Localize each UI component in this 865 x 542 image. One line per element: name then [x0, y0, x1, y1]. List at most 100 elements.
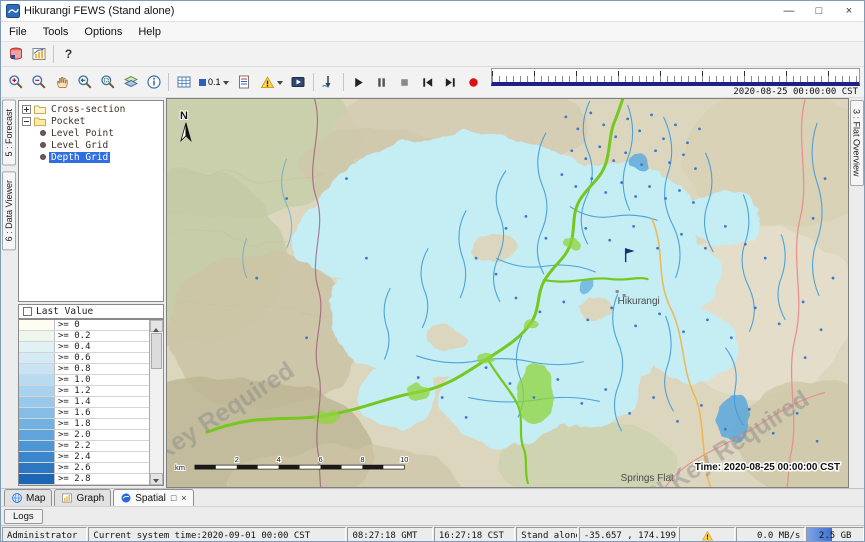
status-memory: 2.5 GB: [806, 527, 864, 542]
layer-node-icon: [40, 130, 46, 136]
legend-row[interactable]: >= 0.6: [19, 353, 149, 364]
tab-spatial[interactable]: Spatial □ ×: [113, 489, 193, 506]
toolbar-separator: [168, 73, 169, 91]
layers-button[interactable]: [119, 72, 142, 93]
panel-restore-button[interactable]: □: [171, 493, 176, 503]
graph-icon: [61, 492, 73, 504]
legend-row[interactable]: >= 2.2: [19, 441, 149, 452]
document-icon: [236, 74, 252, 90]
spatial-sphere-icon: [120, 492, 132, 504]
tab-graph[interactable]: Graph: [54, 489, 111, 506]
dock-tab[interactable]: 3 : Flat Overview: [850, 100, 864, 186]
warning-dropdown[interactable]: [256, 72, 287, 93]
stop-button[interactable]: [393, 72, 416, 93]
expand-icon[interactable]: [22, 105, 31, 114]
panel-close-button[interactable]: ×: [181, 493, 186, 503]
map-canvas[interactable]: Hikurangi Springs Flat API Key Required …: [167, 99, 848, 487]
collapse-icon[interactable]: [22, 117, 31, 126]
menu-item[interactable]: Options: [76, 24, 130, 40]
zoom-extent-button[interactable]: [96, 72, 119, 93]
legend-swatch: [19, 408, 55, 418]
tree-item-level-point[interactable]: Level Point: [19, 127, 163, 139]
main-toolbar: ?: [1, 42, 864, 67]
menu-item[interactable]: Help: [130, 24, 169, 40]
legend-row[interactable]: >= 0.2: [19, 331, 149, 342]
scrollbar-thumb[interactable]: [151, 333, 162, 369]
right-dock-strip: 3 : Flat Overview: [849, 98, 864, 488]
title-bar: Hikurangi FEWS (Stand alone) — □ ×: [1, 1, 864, 22]
toolbar-separator: [313, 73, 314, 91]
zoom-previous-icon: [77, 74, 93, 90]
app-window: Hikurangi FEWS (Stand alone) — □ × FileT…: [0, 0, 865, 542]
legend-swatch: [19, 397, 55, 407]
tab-map[interactable]: Map: [4, 489, 52, 506]
dock-tab[interactable]: 5 : Forecast: [2, 100, 16, 166]
status-local-time: 16:27:18 CST: [434, 527, 515, 542]
scroll-up-icon[interactable]: [150, 320, 163, 332]
legend-row[interactable]: >= 1.4: [19, 397, 149, 408]
svg-text:N: N: [180, 110, 188, 122]
legend-scrollbar[interactable]: [149, 320, 163, 485]
legend-label: >= 0.6: [55, 353, 91, 363]
legend-row[interactable]: >= 0: [19, 320, 149, 331]
legend-swatch: [19, 386, 55, 396]
zoom-previous-button[interactable]: [73, 72, 96, 93]
legend-row[interactable]: >= 1.0: [19, 375, 149, 386]
scroll-down-icon[interactable]: [150, 473, 163, 485]
zoom-in-button[interactable]: [4, 72, 27, 93]
zoom-extent-icon: [100, 74, 116, 90]
legend-row[interactable]: >= 1.6: [19, 408, 149, 419]
grid-display-button[interactable]: [172, 72, 195, 93]
zoom-out-button[interactable]: [27, 72, 50, 93]
play-icon: [351, 75, 366, 90]
logs-button[interactable]: Logs: [4, 509, 43, 524]
info-button[interactable]: [142, 72, 165, 93]
value-threshold-dropdown[interactable]: 0.1: [195, 72, 233, 93]
profile-tool-button[interactable]: [317, 72, 340, 93]
legend-row[interactable]: >= 1.2: [19, 386, 149, 397]
legend-row[interactable]: >= 2.6: [19, 463, 149, 474]
svg-text:4: 4: [277, 455, 281, 464]
tree-item-depth-grid[interactable]: Depth Grid: [19, 151, 163, 163]
database-icon: [8, 46, 24, 62]
animation-export-button[interactable]: [287, 72, 310, 93]
layer-tree: Cross-section Pocket Level Point Level G…: [18, 100, 164, 302]
help-button[interactable]: ?: [57, 44, 80, 65]
legend-swatch: [19, 452, 55, 462]
legend-row[interactable]: >= 2.0: [19, 430, 149, 441]
legend-row[interactable]: >= 0.4: [19, 342, 149, 353]
tree-item-cross-section[interactable]: Cross-section: [19, 103, 163, 115]
threshold-value: 0.1: [208, 77, 221, 87]
legend-swatch: [19, 375, 55, 385]
timeseries-dialog-button[interactable]: [27, 44, 50, 65]
step-forward-button[interactable]: [439, 72, 462, 93]
svg-text:6: 6: [318, 455, 322, 464]
legend-row[interactable]: >= 2.8: [19, 474, 149, 485]
menu-item[interactable]: File: [1, 24, 35, 40]
minimize-button[interactable]: —: [774, 1, 804, 21]
legend-label: >= 2.2: [55, 441, 91, 451]
tree-item-pocket[interactable]: Pocket: [19, 115, 163, 127]
classification-document-button[interactable]: [233, 72, 256, 93]
menu-item[interactable]: Tools: [35, 24, 77, 40]
logs-row: Logs: [1, 506, 864, 525]
legend-row[interactable]: >= 1.8: [19, 419, 149, 430]
last-value-checkbox[interactable]: [23, 307, 32, 316]
maximize-button[interactable]: □: [804, 1, 834, 21]
threshold-swatch-icon: [199, 79, 206, 86]
close-button[interactable]: ×: [834, 1, 864, 21]
pan-button[interactable]: [50, 72, 73, 93]
status-gmt-time: 08:27:18 GMT: [347, 527, 432, 542]
legend-label: >= 1.6: [55, 408, 91, 418]
legend-row[interactable]: >= 2.4: [19, 452, 149, 463]
dock-tab[interactable]: 6 : Data Viewer: [2, 171, 16, 250]
pause-button[interactable]: [370, 72, 393, 93]
timeline-slider[interactable]: [491, 68, 860, 86]
database-button[interactable]: [4, 44, 27, 65]
legend-row[interactable]: >= 0.8: [19, 364, 149, 375]
play-button[interactable]: [347, 72, 370, 93]
record-button[interactable]: [462, 72, 485, 93]
legend-label: >= 1.2: [55, 386, 91, 396]
tree-item-level-grid[interactable]: Level Grid: [19, 139, 163, 151]
step-back-button[interactable]: [416, 72, 439, 93]
